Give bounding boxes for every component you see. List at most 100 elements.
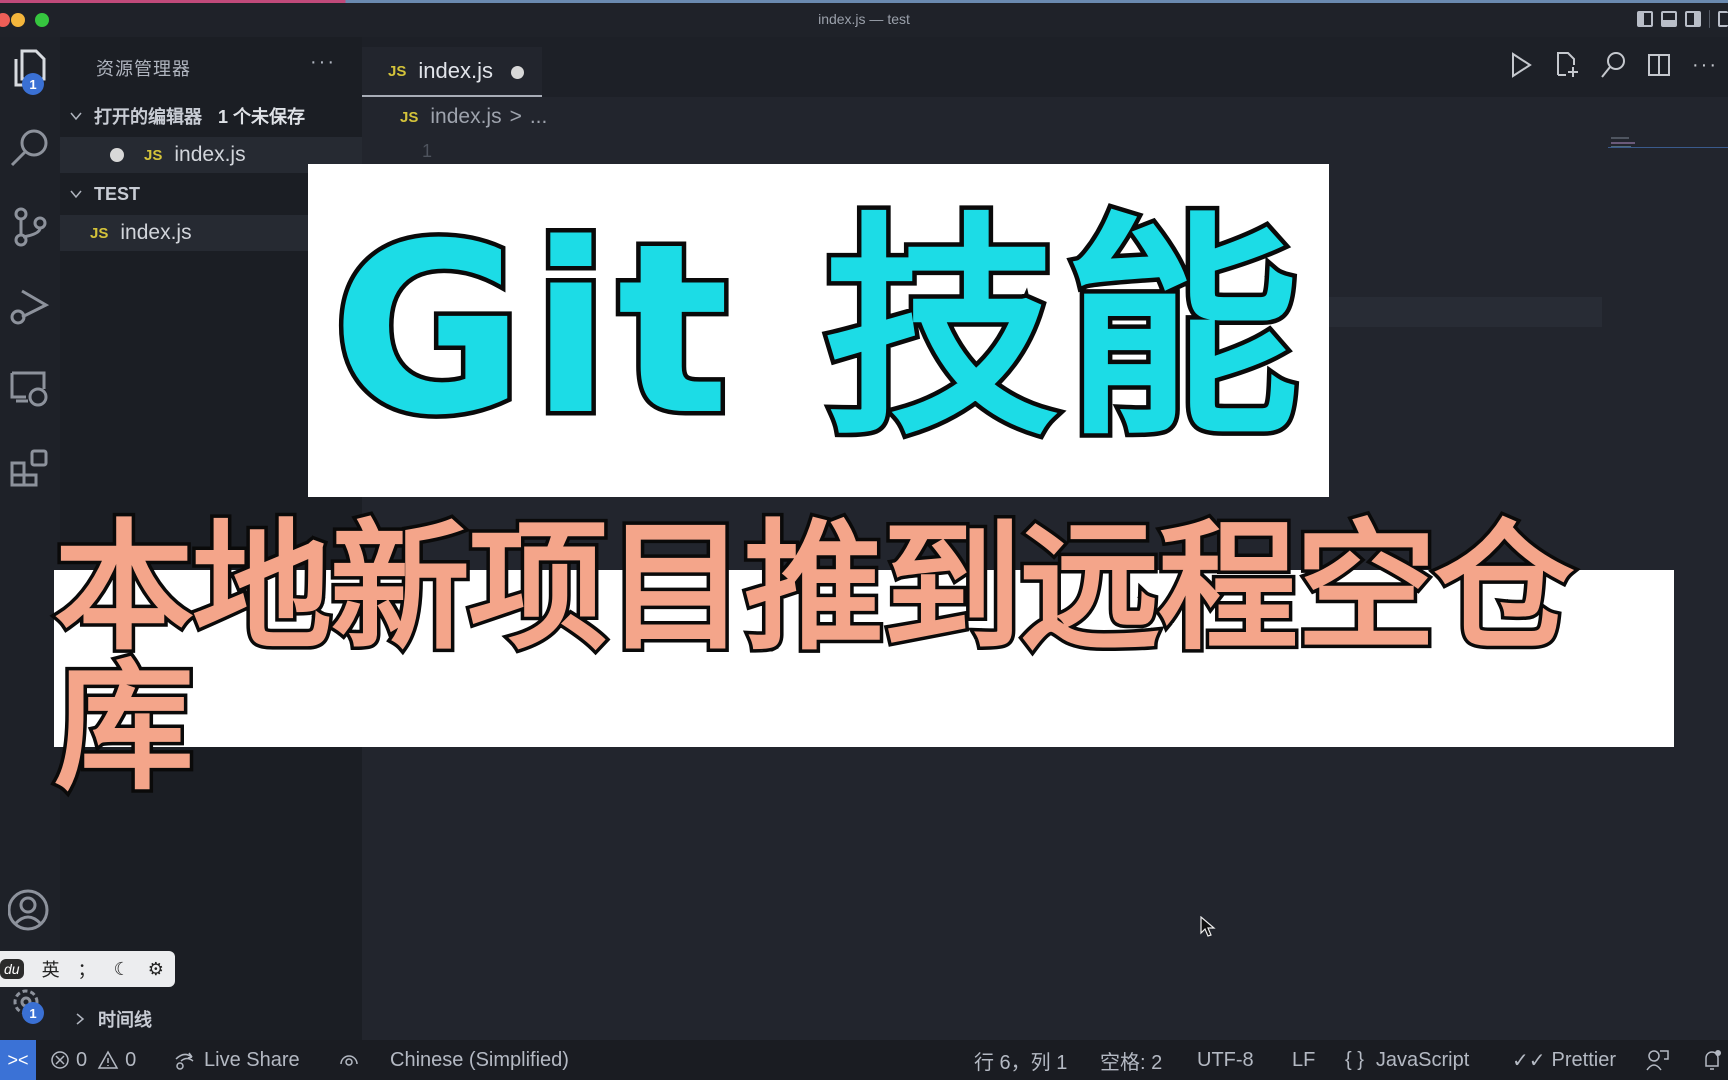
new-file-icon <box>1557 52 1578 77</box>
language-mode-label: JavaScript <box>1375 1048 1470 1071</box>
search-icon <box>1601 52 1625 78</box>
open-editor-filename: index.js <box>174 143 246 166</box>
ime-mode-toggle[interactable]: 英 <box>42 956 60 982</box>
remote-icon: >< <box>7 1049 29 1070</box>
remote-explorer-button[interactable] <box>0 357 60 417</box>
split-editor-icon <box>1648 54 1670 76</box>
status-bar: >< 0 0 Live Share Chinese (Simplified) 行… <box>0 1040 1728 1080</box>
explorer-badge: 1 <box>22 73 44 95</box>
subtitle-banner-text: 本地新项目推到远程空仓库 <box>51 506 1578 810</box>
run-debug-icon <box>10 289 50 325</box>
explorer-button[interactable]: 1 <box>0 37 60 97</box>
breadcrumb-file[interactable]: index.js <box>430 105 501 129</box>
cursor-position-label: 行 6，列 1 <box>974 1051 1068 1074</box>
chevron-right-icon <box>76 1013 85 1025</box>
eol-label: LF <box>1292 1048 1316 1071</box>
gear-icon[interactable]: ⚙ <box>148 959 164 980</box>
indentation-label: 空格: 2 <box>1100 1051 1163 1074</box>
live-share-button[interactable]: Live Share <box>174 1040 300 1080</box>
ime-punctuation-toggle[interactable]: ； <box>78 956 96 982</box>
account-icon <box>8 889 49 931</box>
chevron-down-icon <box>70 112 82 121</box>
notifications-button[interactable] <box>1700 1040 1724 1080</box>
broadcast-button[interactable] <box>338 1040 360 1080</box>
ime-logo[interactable]: du <box>0 959 24 979</box>
breadcrumb: JS index.js > ... <box>400 105 547 129</box>
source-control-icon <box>14 207 47 247</box>
problems-indicator[interactable]: 0 0 <box>50 1040 136 1080</box>
editor-tabs-bar: JS index.js ··· <box>362 37 1728 97</box>
folder-label: TEST <box>94 183 141 204</box>
line-number: 1 <box>422 141 433 161</box>
layout-separator <box>1709 10 1710 28</box>
unsaved-dot-icon <box>110 148 124 162</box>
toggle-primary-sidebar-icon[interactable] <box>1637 11 1653 27</box>
file-tree-filename: index.js <box>120 221 192 244</box>
subtitle-banner: 本地新项目推到远程空仓库 <box>51 515 1674 802</box>
editor-actions: ··· <box>1508 51 1728 79</box>
search-icon <box>10 129 48 167</box>
feedback-icon <box>1646 1050 1669 1071</box>
title-banner-text: Git 技能 <box>327 194 1306 467</box>
language-mode-button[interactable]: { } JavaScript <box>1345 1040 1469 1080</box>
split-editor-button[interactable] <box>1646 51 1672 79</box>
title-bar: index.js — test <box>0 3 1728 37</box>
timeline-label: 时间线 <box>98 1010 152 1030</box>
indentation-button[interactable]: 空格: 2 <box>1100 1040 1162 1080</box>
manage-badge: 1 <box>22 1002 44 1024</box>
unsaved-count: 1 个未保存 <box>218 107 306 127</box>
ime-toolbar: du 英 ； ☾ ⚙ <box>0 951 175 987</box>
extensions-button[interactable] <box>0 437 60 497</box>
run-button[interactable] <box>1508 51 1534 79</box>
prettier-button[interactable]: ✓✓ Prettier <box>1512 1040 1616 1080</box>
error-count: 0 <box>76 1048 88 1071</box>
warning-count: 0 <box>125 1048 137 1071</box>
source-control-button[interactable] <box>0 197 60 257</box>
js-file-icon: JS <box>400 108 419 126</box>
explorer-more-actions[interactable]: ··· <box>310 51 336 74</box>
chevron-down-icon <box>70 190 82 199</box>
language-pack-label: Chinese (Simplified) <box>390 1048 569 1071</box>
toggle-secondary-sidebar-icon[interactable] <box>1685 11 1701 27</box>
live-share-label: Live Share <box>204 1048 300 1071</box>
broadcast-icon <box>340 1055 358 1066</box>
braces-icon: { } <box>1345 1048 1364 1071</box>
warning-icon <box>97 1050 119 1069</box>
eol-button[interactable]: LF <box>1292 1040 1315 1080</box>
ellipsis-icon: ··· <box>1692 53 1718 76</box>
remote-indicator[interactable]: >< <box>0 1040 36 1080</box>
mouse-cursor-icon <box>1200 916 1216 937</box>
more-actions-button[interactable]: ··· <box>1692 51 1718 79</box>
layout-controls <box>1637 10 1728 28</box>
cursor-position[interactable]: 行 6，列 1 <box>974 1040 1067 1080</box>
timeline-section[interactable]: 时间线 <box>60 1002 362 1036</box>
minimap-line <box>1611 137 1629 139</box>
open-editors-section[interactable]: 打开的编辑器 1 个未保存 <box>60 99 362 133</box>
run-debug-button[interactable] <box>0 277 60 337</box>
new-file-button[interactable] <box>1554 51 1580 79</box>
toggle-panel-icon[interactable] <box>1661 11 1677 27</box>
minimap-line <box>1611 142 1635 144</box>
explorer-header: 资源管理器 <box>96 59 191 79</box>
double-check-icon: ✓✓ <box>1512 1049 1546 1072</box>
search-button[interactable] <box>0 117 60 177</box>
language-pack-button[interactable]: Chinese (Simplified) <box>390 1040 569 1080</box>
minimap-viewport <box>1608 147 1728 148</box>
tab-index-js[interactable]: JS index.js <box>362 47 542 97</box>
play-icon <box>1512 52 1532 78</box>
moon-icon[interactable]: ☾ <box>114 959 130 980</box>
encoding-label: UTF-8 <box>1197 1048 1254 1071</box>
extensions-icon <box>10 449 48 487</box>
find-button[interactable] <box>1600 51 1626 79</box>
accounts-button[interactable] <box>0 880 60 940</box>
customize-layout-icon[interactable] <box>1718 11 1728 27</box>
breadcrumb-symbol[interactable]: ... <box>530 105 548 129</box>
title-banner: Git 技能 <box>308 164 1329 497</box>
breadcrumb-separator: > <box>509 105 522 128</box>
unsaved-dot-icon[interactable] <box>511 66 524 79</box>
encoding-button[interactable]: UTF-8 <box>1197 1040 1254 1080</box>
js-file-icon: JS <box>144 146 163 164</box>
activity-bar: 1 1 <box>0 37 60 1040</box>
feedback-button[interactable] <box>1646 1040 1670 1080</box>
error-icon <box>51 1051 69 1069</box>
